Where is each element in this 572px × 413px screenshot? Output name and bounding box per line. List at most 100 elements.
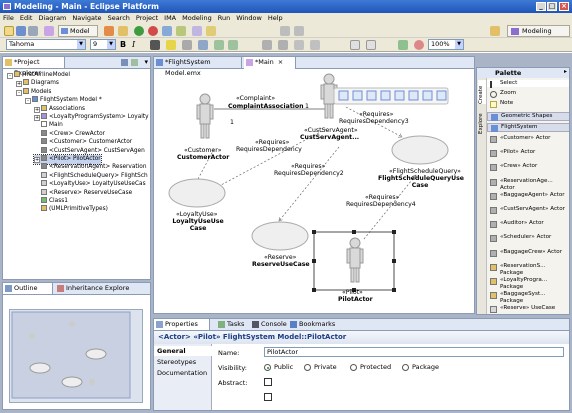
flightschedule-usecase-ellipse[interactable]	[391, 135, 449, 165]
font-name-combo[interactable]: Tahoma ▼	[6, 39, 86, 50]
menu-edit[interactable]: Edit	[17, 13, 36, 24]
zoom-icon[interactable]	[414, 40, 424, 50]
palette-item[interactable]: «LoyaltyProgra... Package	[487, 277, 567, 291]
navigate-icon[interactable]	[192, 26, 202, 36]
maximize-button[interactable]: □	[547, 2, 557, 11]
search-icon[interactable]	[162, 26, 172, 36]
loyaltyuse-usecase-ellipse[interactable]	[168, 178, 226, 208]
tab-project-explorer[interactable]: *Project Explorer	[3, 57, 65, 77]
section-documentation[interactable]: Documentation	[154, 368, 212, 378]
bold-button[interactable]: B	[120, 40, 126, 49]
close-tab-icon[interactable]: ×	[278, 58, 283, 66]
align-icon[interactable]	[228, 40, 238, 50]
name-field[interactable]: PilotActor	[264, 347, 564, 357]
palette-item[interactable]: «Reserve» UseCase	[487, 305, 567, 314]
menu-file[interactable]: File	[0, 13, 17, 24]
route-icon[interactable]	[294, 40, 304, 50]
run-icon[interactable]	[134, 26, 144, 36]
link-editor-icon[interactable]	[131, 59, 138, 66]
tab-bookmarks[interactable]: Bookmarks	[288, 319, 335, 330]
tab-inheritance-explorer[interactable]: Inheritance Explore	[55, 283, 129, 294]
palette-tool-note[interactable]: Note	[487, 100, 569, 108]
filters-icon[interactable]	[398, 40, 408, 50]
diagram-overview-thumbnail[interactable]	[9, 309, 143, 403]
collapse-icon[interactable]: -	[7, 73, 13, 79]
menu-project[interactable]: Project	[133, 13, 161, 24]
model-button[interactable]: Model	[58, 25, 98, 37]
minimize-button[interactable]: _	[536, 2, 546, 11]
expand-icon[interactable]: +	[16, 81, 22, 88]
palette-item[interactable]: «Scheduler» Actor	[487, 234, 567, 243]
fill-color-icon[interactable]	[166, 40, 176, 50]
menu-ima[interactable]: IMA	[161, 13, 179, 24]
palette-item[interactable]: «Customer» Actor	[487, 135, 567, 143]
tab-properties[interactable]: Properties	[154, 319, 210, 330]
order-icon[interactable]	[278, 40, 288, 50]
expand-icon[interactable]: +	[34, 157, 40, 163]
abstract-checkbox[interactable]	[264, 378, 272, 386]
customer-actor-figure[interactable]	[196, 93, 214, 139]
menu-modeling[interactable]: Modeling	[179, 13, 215, 24]
close-button[interactable]: ×	[559, 2, 569, 11]
palette-drawer-flightsystem[interactable]: FlightSystem	[487, 123, 569, 132]
radio-package[interactable]	[402, 364, 409, 371]
new-icon[interactable]	[4, 26, 14, 36]
perspective-button[interactable]: Modeling	[507, 25, 570, 37]
external-tools-icon[interactable]	[148, 26, 158, 36]
palette-tab-explore[interactable]: Explore	[478, 108, 486, 134]
zoom-combo[interactable]: 100% ▼	[428, 39, 464, 50]
tab-main-diagram[interactable]: *Main ×	[244, 57, 296, 69]
collapse-icon[interactable]: -	[25, 98, 31, 105]
layout-icon[interactable]	[310, 40, 320, 50]
print-icon[interactable]	[28, 26, 38, 36]
tab-outline[interactable]: Outline	[3, 283, 53, 294]
requires-dependency2-line[interactable]	[279, 146, 340, 221]
section-stereotypes[interactable]: Stereotypes	[154, 357, 212, 367]
forward-icon[interactable]	[294, 26, 304, 36]
save-icon[interactable]	[16, 26, 26, 36]
palette-item[interactable]: «BaggageCrew» Actor	[487, 249, 567, 257]
palette-tab-create[interactable]: Create	[478, 80, 486, 104]
tab-flightsystem-model[interactable]: *FlightSystem Model.emx	[154, 57, 242, 77]
radio-protected[interactable]	[350, 364, 357, 371]
expand-icon[interactable]: +	[34, 115, 40, 121]
palette-drawer-geometric[interactable]: Geometric Shapes	[487, 112, 569, 121]
palette-item[interactable]: «CustServAgent» Actor	[487, 206, 567, 214]
select-shapes-icon[interactable]	[366, 40, 376, 50]
menu-help[interactable]: Help	[265, 13, 286, 24]
distribute-icon[interactable]	[262, 40, 272, 50]
leaf-checkbox[interactable]	[264, 393, 272, 401]
modeling-tool-icon[interactable]	[44, 26, 54, 36]
radio-private[interactable]	[304, 364, 311, 371]
palette-item[interactable]: «Crew» Actor	[487, 163, 567, 172]
collapse-icon[interactable]: -	[16, 89, 22, 96]
menu-navigate[interactable]: Navigate	[69, 13, 104, 24]
palette-tool-zoom[interactable]: Zoom	[487, 90, 569, 98]
menu-search[interactable]: Search	[105, 13, 133, 24]
menu-run[interactable]: Run	[215, 13, 233, 24]
tab-console[interactable]: Console	[250, 319, 287, 330]
palette-item[interactable]: «BaggageSyst... Package	[487, 291, 567, 305]
open-perspective-icon[interactable]	[490, 26, 500, 36]
menu-window[interactable]: Window	[233, 13, 265, 24]
annotation-icon[interactable]	[206, 26, 216, 36]
open-folder-icon[interactable]	[118, 26, 128, 36]
palette-item[interactable]: «Auditor» Actor	[487, 220, 567, 229]
debug-icon[interactable]	[104, 26, 114, 36]
tab-tasks[interactable]: Tasks	[216, 319, 244, 330]
radio-public[interactable]	[264, 364, 271, 371]
menu-diagram[interactable]: Diagram	[35, 13, 69, 24]
font-color-icon[interactable]	[150, 40, 160, 50]
section-general[interactable]: General	[154, 346, 212, 356]
expand-icon[interactable]: +	[34, 106, 40, 113]
arrange-icon[interactable]	[214, 40, 224, 50]
palette-menu-icon[interactable]: ▸	[564, 68, 567, 75]
palette-item[interactable]: «Pilot» Actor	[487, 149, 567, 158]
back-icon[interactable]	[280, 26, 290, 36]
diagram-canvas[interactable]	[154, 69, 474, 313]
italic-button[interactable]: I	[132, 40, 135, 49]
font-size-combo[interactable]: 9 ▼	[90, 39, 116, 50]
line-color-icon[interactable]	[182, 40, 192, 50]
collapse-all-icon[interactable]	[121, 59, 128, 66]
select-all-icon[interactable]	[350, 40, 360, 50]
